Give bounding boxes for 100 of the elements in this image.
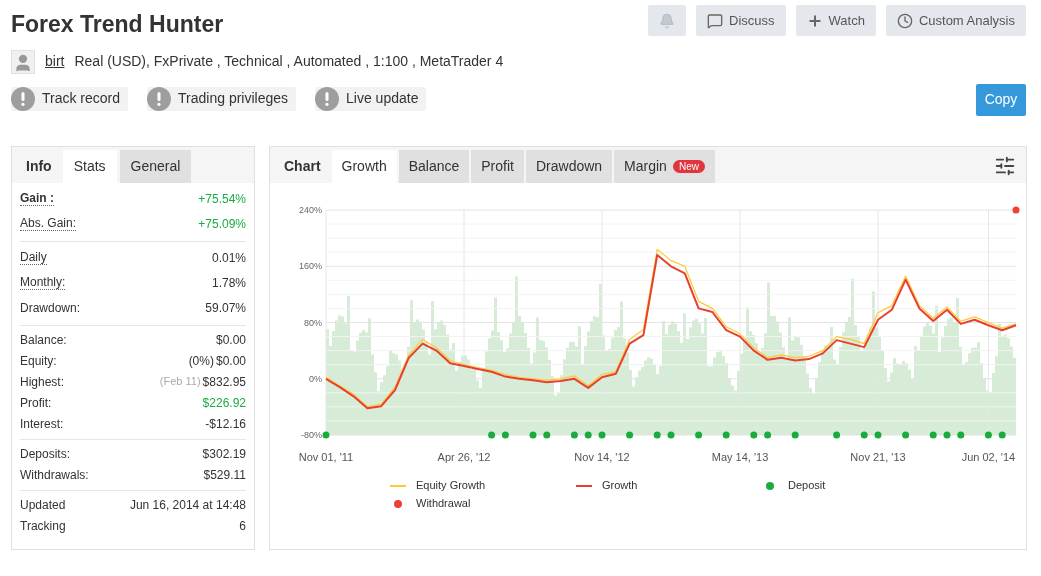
clock-icon xyxy=(896,12,913,29)
stat-label: Gain : xyxy=(20,192,54,206)
chart-tab[interactable]: Balance xyxy=(398,149,470,183)
panel-title: Info xyxy=(25,156,53,176)
axis-label: May 14, '13 xyxy=(711,450,769,463)
stat-label: Abs. Gain: xyxy=(20,217,77,231)
marker-dot xyxy=(667,431,675,438)
stat-label: Monthly: xyxy=(20,276,66,290)
action-button[interactable]: Custom Analysis xyxy=(885,5,1026,36)
chart-tab[interactable]: Profit xyxy=(471,149,524,183)
panel-tab[interactable]: General xyxy=(119,149,192,183)
axis-label: 160% xyxy=(298,260,322,271)
marker-dot xyxy=(957,431,965,438)
marker-dot xyxy=(860,431,868,438)
axis-label: 240% xyxy=(298,204,322,215)
marker-dot xyxy=(874,431,882,438)
chart-tab[interactable]: Margin New xyxy=(614,149,715,183)
marker-dot xyxy=(998,431,1006,438)
author-link[interactable]: birt xyxy=(45,51,65,72)
chart-tab[interactable]: Drawdown xyxy=(525,149,613,183)
marker-dot xyxy=(626,431,634,438)
stat-label: Daily xyxy=(20,251,47,265)
page-title: Forex Trend Hunter xyxy=(11,10,224,39)
stat-value: 6 xyxy=(239,518,246,535)
marker-dot xyxy=(929,431,937,438)
exclamation-icon xyxy=(147,86,172,111)
marker-dot xyxy=(722,431,730,438)
exclamation-icon xyxy=(315,86,340,111)
stat-label: Highest: xyxy=(20,374,65,391)
panel-title: Chart xyxy=(283,156,322,176)
bell-icon xyxy=(659,12,676,29)
marker-dot xyxy=(833,431,841,438)
stat-label: Deposits: xyxy=(20,446,71,463)
legend-line-icon xyxy=(390,484,406,487)
action-button[interactable]: Watch xyxy=(795,5,876,36)
stat-value: 0.01% xyxy=(211,250,246,267)
marker-dot xyxy=(570,431,578,438)
axis-label: Nov 21, '13 xyxy=(850,450,906,463)
legend-line-icon xyxy=(576,484,592,487)
legend-label: Growth xyxy=(602,478,638,494)
stat-value: $302.19 xyxy=(202,446,246,463)
marker-dot xyxy=(984,431,992,438)
avatar-icon xyxy=(11,49,35,74)
status-badge[interactable]: Live update xyxy=(315,86,427,111)
stat-value: $0.00 xyxy=(215,332,246,349)
marker-dot xyxy=(653,431,661,438)
legend-label: Withdrawal xyxy=(416,496,471,512)
axis-label: Apr 26, '12 xyxy=(437,450,491,463)
marker-dot xyxy=(598,431,606,438)
axis-label: -80% xyxy=(301,429,322,440)
stat-value: +75.54% xyxy=(198,191,246,208)
stat-label: Drawdown: xyxy=(20,300,81,317)
stat-label: Profit: xyxy=(20,395,52,412)
marker-dot xyxy=(501,431,509,438)
stat-label: Balance: xyxy=(20,332,67,349)
stat-value: +75.09% xyxy=(198,216,246,233)
stat-value: $529.11 xyxy=(203,467,246,484)
marker-dot xyxy=(764,431,772,438)
status-badge[interactable]: Track record xyxy=(11,86,129,111)
axis-label: Nov 01, '11 xyxy=(298,450,354,463)
marker-dot xyxy=(943,431,951,438)
legend-label: Equity Growth xyxy=(416,478,486,494)
stat-value: Jun 16, 2014 at 14:48 xyxy=(129,497,246,514)
stat-label: Updated xyxy=(20,497,66,514)
stat-label: Equity: xyxy=(20,353,57,370)
axis-label: 0% xyxy=(309,373,322,384)
stat-value: 1.78% xyxy=(211,275,246,292)
axis-label: Nov 14, '12 xyxy=(574,450,630,463)
marker-dot xyxy=(584,431,592,438)
stat-value: 59.07% xyxy=(205,300,246,317)
stat-value: $0.00 xyxy=(215,353,246,370)
axis-label: Jun 02, '14 xyxy=(961,450,1016,463)
chart-tab[interactable]: Growth xyxy=(331,149,397,183)
marker-dot xyxy=(902,431,910,438)
panel-tab[interactable]: Stats xyxy=(62,149,117,183)
marker-dot xyxy=(529,431,537,438)
stat-value: $832.95 xyxy=(202,374,246,391)
marker-dot xyxy=(322,431,330,438)
action-button[interactable]: Discuss xyxy=(696,5,786,36)
plus-icon xyxy=(806,12,823,29)
stat-label: Interest: xyxy=(20,416,64,433)
speech-bubble-icon xyxy=(707,12,724,29)
stat-label: Tracking xyxy=(20,518,66,535)
marker-dot xyxy=(791,431,799,438)
stat-value: -$12.16 xyxy=(205,416,246,433)
status-badge[interactable]: Trading privileges xyxy=(147,86,297,111)
stat-note: (Feb 11) xyxy=(159,374,201,389)
stat-label: Withdrawals: xyxy=(20,467,89,484)
exclamation-icon xyxy=(11,86,35,111)
marker-dot xyxy=(543,431,551,438)
legend-label: Deposit xyxy=(788,478,826,494)
new-badge: New xyxy=(672,159,705,173)
axis-label: 80% xyxy=(304,317,322,327)
marker-dot xyxy=(1012,206,1020,213)
marker-dot xyxy=(488,431,496,438)
settings-icon[interactable] xyxy=(994,155,1016,177)
marker-dot xyxy=(695,431,703,438)
stat-note: (0%) xyxy=(188,353,214,370)
marker-dot xyxy=(750,431,758,438)
stat-value: $226.92 xyxy=(202,395,246,412)
